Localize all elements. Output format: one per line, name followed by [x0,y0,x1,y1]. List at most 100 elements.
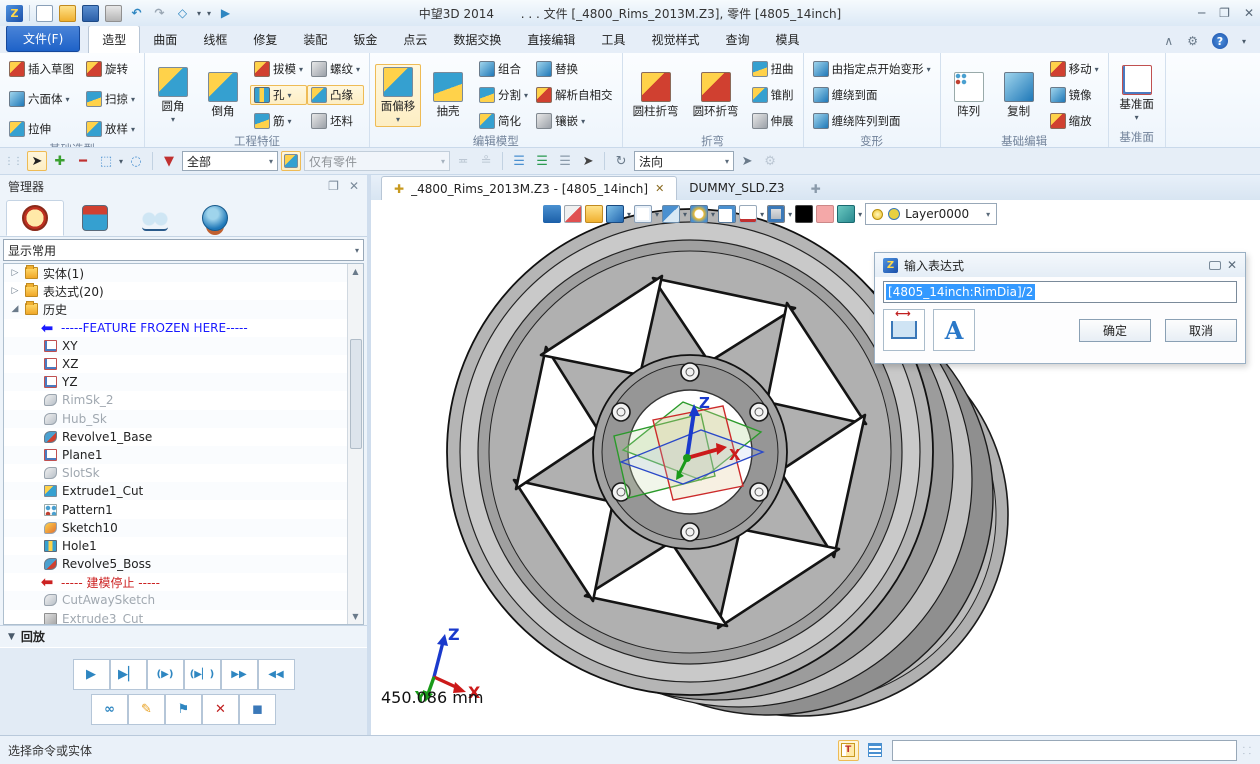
chevron-down-icon[interactable]: ▾ [1135,113,1139,122]
chevron-down-icon[interactable]: ▾ [581,117,585,126]
scroll-down-icon[interactable]: ▼ [352,609,358,624]
chevron-down-icon[interactable]: ▾ [524,91,528,100]
tree-item-history[interactable]: ◢历史 [4,300,363,318]
play-to-end-button[interactable]: ▶▏ [110,659,147,690]
link-button[interactable]: ∞ [91,694,128,725]
stock-button[interactable]: 坯料 [307,111,364,131]
tab-repair[interactable]: 修复 [240,26,290,53]
layer-select[interactable]: Layer0000 ▾ [865,203,997,225]
tree-item-extrude1[interactable]: Extrude1_Cut [4,482,363,500]
selection-mode-icon[interactable]: ◇ [174,5,191,22]
chevron-down-icon[interactable]: ▾ [1095,65,1099,74]
tree-item-stop-marker[interactable]: ⬅----- 建模停止 ----- [4,573,363,591]
tab-surface[interactable]: 曲面 [140,26,190,53]
tree-item-solids[interactable]: ▷实体(1) [4,264,363,282]
eraser-icon[interactable] [564,205,582,223]
assembly-manager-tab[interactable] [66,200,124,236]
pick-list-icon[interactable]: ☰ [509,151,529,171]
panel-close-icon[interactable]: ✕ [349,179,359,193]
tree-item-cutawaysketch[interactable]: CutAwaySketch [4,591,363,609]
tree-item-hole1[interactable]: Hole1 [4,537,363,555]
chevron-down-icon[interactable]: ▾ [711,210,715,219]
panel-restore-icon[interactable]: ❐ [328,179,339,193]
chevron-down-icon[interactable]: ▾ [299,65,303,74]
resolve-selfintersect-button[interactable]: 解析自相交 [532,85,617,105]
open-file-icon[interactable] [59,5,76,22]
visibility-manager-tab[interactable] [126,200,184,236]
tab-assembly[interactable]: 装配 [290,26,340,53]
replace-button[interactable]: 替换 [532,59,617,79]
pick-cursor-icon[interactable]: ➤ [27,151,47,171]
dimension-display-icon[interactable] [739,205,757,223]
combine-button[interactable]: 组合 [475,59,532,79]
sweep-button[interactable]: 扫掠▾ [82,89,139,109]
pick-list-gray-icon[interactable]: ☰ [555,151,575,171]
tab-wireframe[interactable]: 线框 [190,26,240,53]
chevron-down-icon[interactable]: ▾ [207,9,211,18]
input-expression-dialog[interactable]: Z 输入表达式 ✕ [4805_14inch:RimDia]/2 A 确定 取消 [874,252,1246,364]
torus-bend-button[interactable]: 圆环折弯 [688,69,744,122]
tree-scrollbar[interactable]: ▲ ▼ [347,264,363,624]
tree-item-xy-plane[interactable]: XY [4,337,363,355]
tree-item-slotsk[interactable]: SlotSk [4,464,363,482]
expander-icon[interactable]: ▷ [10,286,20,296]
text-variable-button[interactable]: A [933,309,975,351]
tree-item-pattern1[interactable]: Pattern1 [4,500,363,518]
chevron-down-icon[interactable]: ▾ [760,210,764,219]
file-menu-button[interactable]: 文件(F) [6,25,80,52]
wireframe-mode-icon[interactable] [634,205,652,223]
viewport-3d[interactable]: ▾ ▾ ▾ ▾ ▾ ▾ ▾ Layer0000 ▾ [371,200,1260,735]
filter-scope-select[interactable]: 全部 ▾ [182,151,278,171]
chamfer-button[interactable]: 倒角 [200,69,246,122]
chevron-down-icon[interactable]: ▾ [131,95,135,104]
resize-grip[interactable]: ⸬ [1243,743,1252,757]
chevron-down-icon[interactable]: ▾ [356,65,360,74]
prompt-lines-icon[interactable] [865,740,886,761]
help-icon[interactable]: ? [1212,33,1228,49]
tree-item-xz-plane[interactable]: XZ [4,355,363,373]
background-color-swatch[interactable] [795,205,813,223]
pick-cursor2-icon[interactable]: ➤ [737,151,757,171]
play-button[interactable]: ▶ [73,659,110,690]
pick-list-colored-icon[interactable]: ☰ [532,151,552,171]
window-select-icon[interactable]: ⬚ [96,151,116,171]
render-settings-icon[interactable] [767,205,785,223]
tree-item-sketch10[interactable]: Sketch10 [4,519,363,537]
thread-button[interactable]: 螺纹▾ [307,59,364,79]
expression-input[interactable]: [4805_14inch:RimDia]/2 [883,281,1237,303]
tree-item-rimsk2[interactable]: RimSk_2 [4,391,363,409]
wrap-pattern-to-face-button[interactable]: 缠绕阵列到面 [809,111,935,131]
datum-plane-button[interactable]: 基准面▾ [1114,62,1160,125]
demote-button[interactable]: ⚑ [165,694,202,725]
simplify-button[interactable]: 简化 [475,111,532,131]
chevron-down-icon[interactable]: ▾ [627,210,631,219]
shell-button[interactable]: 抽壳 [425,69,471,122]
scroll-thumb[interactable] [350,339,362,449]
revolve-button[interactable]: 旋转 [82,59,139,79]
filter-icon[interactable]: ▼ [159,151,179,171]
tab-direct-edit[interactable]: 直接编辑 [514,26,588,53]
hole-button[interactable]: 孔▾ [250,85,307,105]
redo-icon[interactable]: ↷ [151,5,168,22]
close-button[interactable]: ✕ [1244,6,1254,20]
add-selection-icon[interactable]: ✚ [50,151,70,171]
tree-filter-select[interactable]: 显示常用 ▾ [3,239,364,261]
new-file-icon[interactable] [36,5,53,22]
exit-sketch-icon[interactable] [543,205,561,223]
move-button[interactable]: 移动▾ [1046,59,1103,79]
part-filter-icon[interactable] [281,151,301,171]
toolbox-toggle-icon[interactable]: T [838,740,859,761]
twist-button[interactable]: 扭曲 [748,59,798,79]
chevron-down-icon[interactable]: ▾ [131,125,135,134]
tab-pointcloud[interactable]: 点云 [390,26,440,53]
extrude-button[interactable]: 拉伸 [5,119,78,139]
tab-sheetmetal[interactable]: 钣金 [340,26,390,53]
measure-distance-button[interactable] [883,309,925,351]
layer-visible-icon[interactable] [872,209,883,220]
highlight-color-swatch[interactable] [816,205,834,223]
delete-button[interactable]: ✕ [202,694,239,725]
history-manager-tab[interactable] [6,200,64,236]
toolbar-drag-handle[interactable]: ⋮⋮ [4,156,22,167]
save-icon[interactable] [82,5,99,22]
run-icon[interactable]: ▶ [217,5,234,22]
